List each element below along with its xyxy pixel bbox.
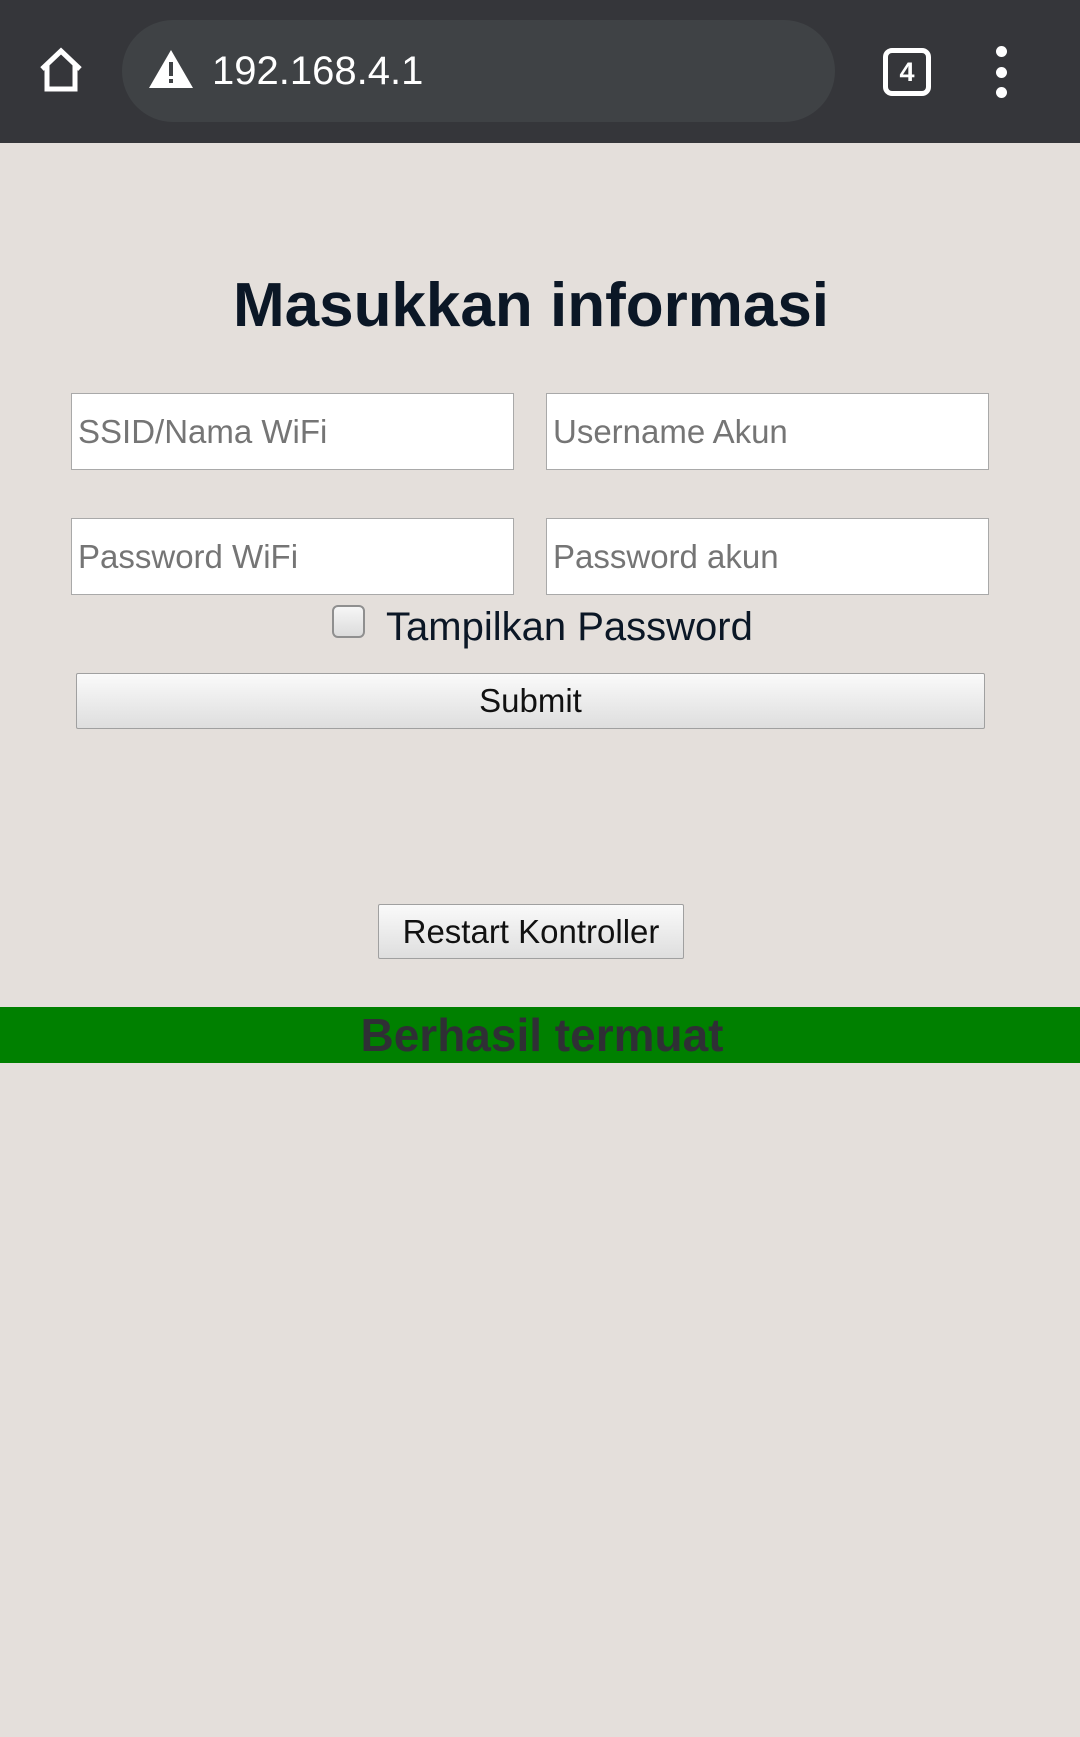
account-password-input[interactable] <box>546 518 989 595</box>
browser-toolbar: 192.168.4.1 4 <box>0 0 1080 143</box>
warning-icon[interactable] <box>148 48 194 90</box>
status-banner: Berhasil termuat <box>0 1007 1080 1063</box>
tab-count: 4 <box>899 56 915 87</box>
more-vert-icon-dot <box>995 46 1007 57</box>
address-bar[interactable]: 192.168.4.1 <box>122 20 835 122</box>
show-password-checkbox[interactable] <box>332 605 365 638</box>
wifi-password-input[interactable] <box>71 518 514 595</box>
restart-controller-button[interactable]: Restart Kontroller <box>378 904 684 959</box>
more-menu-button[interactable] <box>986 46 1016 98</box>
home-icon <box>40 47 82 92</box>
submit-button[interactable]: Submit <box>76 673 985 729</box>
url-text[interactable]: 192.168.4.1 <box>212 46 423 96</box>
more-vert-icon-dot <box>995 66 1007 78</box>
page-title: Masukkan informasi <box>232 271 830 340</box>
ssid-input[interactable] <box>71 393 514 470</box>
status-text: Berhasil termuat <box>360 1009 724 1061</box>
home-button[interactable] <box>30 39 92 101</box>
show-password-label[interactable]: Tampilkan Password <box>386 602 753 652</box>
more-vert-icon-dot <box>995 87 1007 98</box>
username-input[interactable] <box>546 393 989 470</box>
tab-switcher-button[interactable]: 4 <box>883 48 931 96</box>
